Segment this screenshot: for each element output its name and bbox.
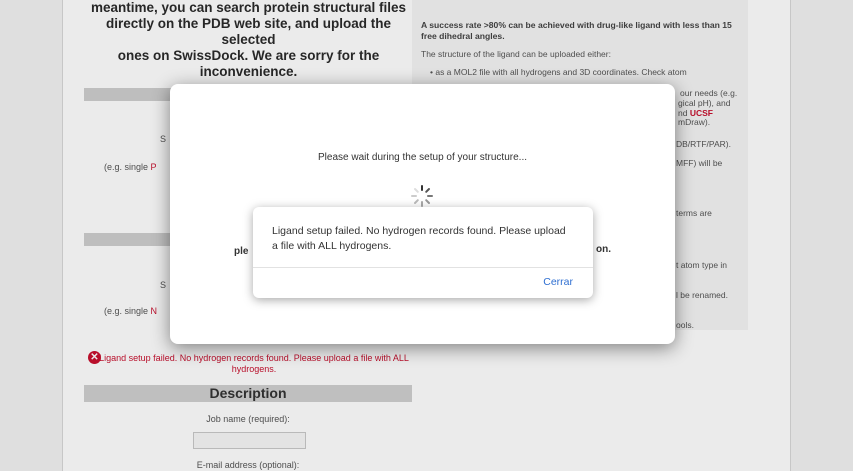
ligand-setup-error-alert: Ligand setup failed. No hydrogen records… <box>253 207 593 298</box>
loading-spinner-icon <box>411 185 433 207</box>
alert-divider <box>253 267 593 268</box>
alert-message: Ligand setup failed. No hydrogen records… <box>272 225 566 252</box>
wait-message: Please wait during the setup of your str… <box>318 152 527 163</box>
partial-wait-text: ple <box>234 246 249 257</box>
close-button[interactable]: Cerrar <box>543 276 573 288</box>
partial-wait-text: on. <box>596 244 611 255</box>
